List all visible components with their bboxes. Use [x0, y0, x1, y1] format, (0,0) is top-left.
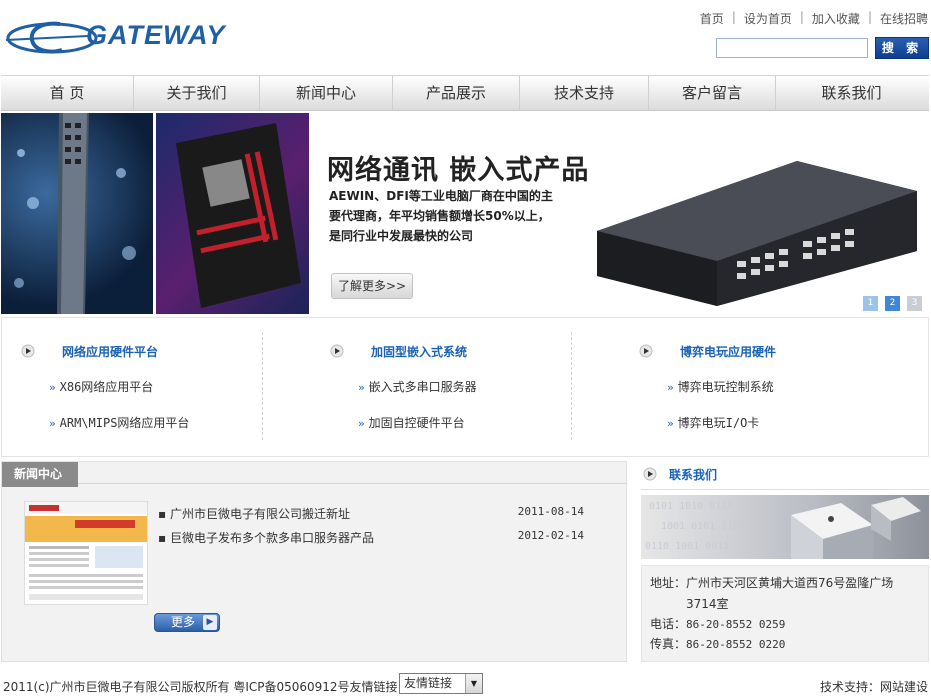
contact-dice-image: 0101 1010 0110 1001 0101 1100 0110 1001 … [641, 495, 929, 559]
product-category-title[interactable]: 博弈电玩应用硬件 [680, 343, 776, 360]
column-divider [262, 332, 263, 440]
bullet-arrow-icon [21, 344, 35, 358]
contact-fax: 传真：86-20-8552 0220 [650, 637, 786, 651]
separator: | [799, 10, 804, 24]
webpage-thumbnail-graphic [25, 502, 147, 600]
separator: | [731, 10, 736, 24]
news-date: 2012-02-14 [517, 529, 584, 542]
top-links: 首页 | 设为首页 | 加入收藏 | 在线招聘 [700, 10, 928, 27]
news-more-button[interactable]: 更多 ▶ [154, 613, 220, 632]
footer-tech-support[interactable]: 技术支持：网站建设 [820, 678, 928, 695]
nav-home[interactable]: 首 页 [1, 76, 134, 110]
news-title[interactable]: ▪ 巨微电子发布多个款多串口服务器产品 [158, 529, 374, 546]
svg-text:0110 1001 0011: 0110 1001 0011 [645, 541, 729, 552]
news-item: ▪ 广州市巨微电子有限公司搬迁新址 2011-08-14 [158, 505, 584, 522]
slide-dot-1[interactable]: 1 [863, 296, 878, 311]
double-arrow-icon: » [667, 417, 674, 430]
nav-about[interactable]: 关于我们 [134, 76, 260, 110]
chevron-down-icon: ▼ [465, 674, 482, 693]
double-arrow-icon: » [358, 417, 365, 430]
contact-address-line2: 3714室 [686, 597, 729, 611]
toplink-home[interactable]: 首页 [700, 10, 724, 27]
chevron-right-icon: ▶ [203, 615, 217, 630]
network-appliance-image [597, 161, 917, 306]
product-column: 网络应用硬件平台 » X86网络应用平台 » ARM\MIPS网络应用平台 [2, 318, 262, 456]
contact-title[interactable]: 联系我们 [669, 466, 717, 483]
product-link[interactable]: » 博弈电玩I/O卡 [667, 414, 759, 431]
footer-copyright: 2011(c)广州市巨微电子有限公司版权所有 粤ICP备05060912号友情链… [3, 680, 410, 694]
separator: | [867, 10, 872, 24]
nav-support[interactable]: 技术支持 [520, 76, 649, 110]
slide-dot-2[interactable]: 2 [885, 296, 900, 311]
toplink-jobs[interactable]: 在线招聘 [880, 10, 928, 27]
nav-products[interactable]: 产品展示 [393, 76, 520, 110]
logo-text: GATEWAY [86, 20, 226, 50]
more-label: 更多 [171, 615, 196, 629]
tab-divider [78, 483, 626, 484]
news-item: ▪ 巨微电子发布多个款多串口服务器产品 2012-02-14 [158, 529, 584, 546]
contact-phone: 电话：86-20-8552 0259 [650, 617, 786, 631]
product-link[interactable]: » X86网络应用平台 [49, 378, 153, 395]
product-category-title[interactable]: 网络应用硬件平台 [62, 343, 158, 360]
banner: 网络通讯 嵌入式产品 AEWIN、DFI等工业电脑厂商在中国的主 要代理商，年平… [1, 113, 929, 314]
toplink-set-homepage[interactable]: 设为首页 [744, 10, 792, 27]
product-link[interactable]: » 加固自控硬件平台 [358, 414, 465, 431]
product-link[interactable]: » 嵌入式多串口服务器 [358, 378, 477, 395]
double-arrow-icon: » [358, 381, 365, 394]
double-arrow-icon: » [667, 381, 674, 394]
learn-more-button[interactable]: 了解更多>> [331, 273, 413, 299]
main-nav: 首 页 关于我们 新闻中心 产品展示 技术支持 客户留言 联系我们 [1, 75, 929, 111]
double-arrow-icon: » [49, 381, 56, 394]
slide-dot-3[interactable]: 3 [907, 296, 922, 311]
motherboard-graphic [176, 123, 301, 308]
double-arrow-icon: » [49, 417, 56, 430]
banner-description: AEWIN、DFI等工业电脑厂商在中国的主 要代理商，年平均销售额增长50%以上… [329, 186, 559, 246]
bullet-arrow-icon [330, 344, 344, 358]
banner-desc-line: AEWIN、DFI等工业电脑厂商在中国的主 [329, 189, 553, 203]
news-panel: 新闻中心 ▪ 广州市巨微电子有限公司搬迁新址 2011-08-14 ▪ 巨微电子… [1, 461, 627, 662]
banner-desc-line: 要代理商，年平均销售额增长50%以上， [329, 209, 550, 223]
bullet-arrow-icon [639, 344, 653, 358]
news-tab[interactable]: 新闻中心 [2, 462, 78, 487]
contact-address: 地址：广州市天河区黄埔大道西76号盈隆广场 [650, 576, 894, 590]
contact-info: 地址：广州市天河区黄埔大道西76号盈隆广场 3714室 电话：86-20-855… [641, 565, 929, 662]
search-button[interactable]: 搜 索 [875, 37, 929, 59]
nav-contact[interactable]: 联系我们 [776, 76, 927, 110]
product-column: 博弈电玩应用硬件 » 博弈电玩控制系统 » 博弈电玩I/O卡 [620, 318, 920, 456]
product-link[interactable]: » ARM\MIPS网络应用平台 [49, 414, 189, 431]
svg-text:1001 0101 1100: 1001 0101 1100 [661, 521, 745, 532]
nav-news[interactable]: 新闻中心 [260, 76, 393, 110]
banner-title: 网络通讯 嵌入式产品 [327, 155, 590, 186]
news-date: 2011-08-14 [517, 505, 584, 518]
product-column: 加固型嵌入式系统 » 嵌入式多串口服务器 » 加固自控硬件平台 [311, 318, 571, 456]
product-link[interactable]: » 博弈电玩控制系统 [667, 378, 774, 395]
banner-desc-line: 是同行业中发展最快的公司 [329, 229, 474, 243]
bullet-arrow-icon [643, 467, 657, 481]
column-divider [571, 332, 572, 440]
friend-links-select[interactable]: 友情链接 ▼ [399, 673, 483, 694]
news-thumbnail-image[interactable] [24, 501, 148, 605]
friend-links-value: 友情链接 [404, 676, 453, 690]
toplink-add-favorite[interactable]: 加入收藏 [812, 10, 860, 27]
search-input[interactable] [716, 38, 868, 58]
product-category-title[interactable]: 加固型嵌入式系统 [371, 343, 467, 360]
news-title[interactable]: ▪ 广州市巨微电子有限公司搬迁新址 [158, 505, 350, 522]
dice-graphic: 0101 1010 0110 1001 0101 1100 0110 1001 … [645, 497, 921, 559]
network-switch-image [1, 113, 153, 314]
product-categories: 网络应用硬件平台 » X86网络应用平台 » ARM\MIPS网络应用平台 加固型嵌… [1, 317, 929, 457]
contact-header: 联系我们 [641, 463, 929, 490]
motherboard-image [156, 113, 309, 314]
switch-graphic [14, 113, 136, 314]
svg-text:0101 1010 0110: 0101 1010 0110 [649, 501, 733, 512]
nav-messages[interactable]: 客户留言 [649, 76, 776, 110]
